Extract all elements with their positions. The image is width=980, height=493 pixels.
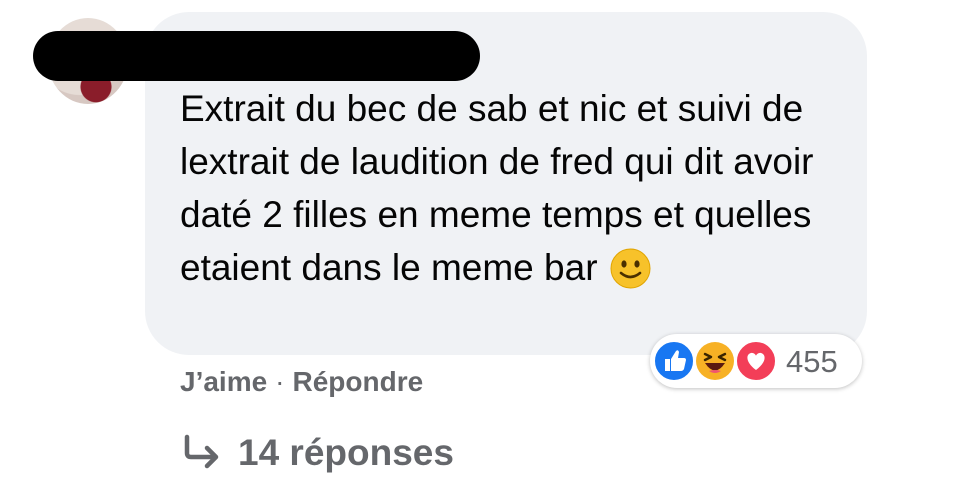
like-button[interactable]: J’aime: [180, 366, 267, 397]
reply-button[interactable]: Répondre: [293, 366, 424, 397]
replies-count-label: 14 réponses: [238, 432, 454, 473]
slightly-smiling-face-icon: [610, 248, 651, 289]
reaction-count: 455: [786, 344, 838, 379]
comment-actions: J’aime · Répondre: [180, 366, 423, 398]
reactions-summary[interactable]: 455: [650, 334, 862, 388]
reply-arrow-icon: [182, 433, 222, 469]
redacted-author-name: [33, 31, 480, 81]
comment-text: Extrait du bec de sab et nic et suivi de…: [180, 88, 814, 288]
love-icon: [735, 340, 777, 382]
action-separator: ·: [275, 366, 285, 397]
like-icon: [653, 340, 695, 382]
haha-icon: [694, 340, 736, 382]
comment-body: Extrait du bec de sab et nic et suivi de…: [180, 82, 860, 294]
view-replies-link[interactable]: 14 réponses: [182, 432, 454, 474]
